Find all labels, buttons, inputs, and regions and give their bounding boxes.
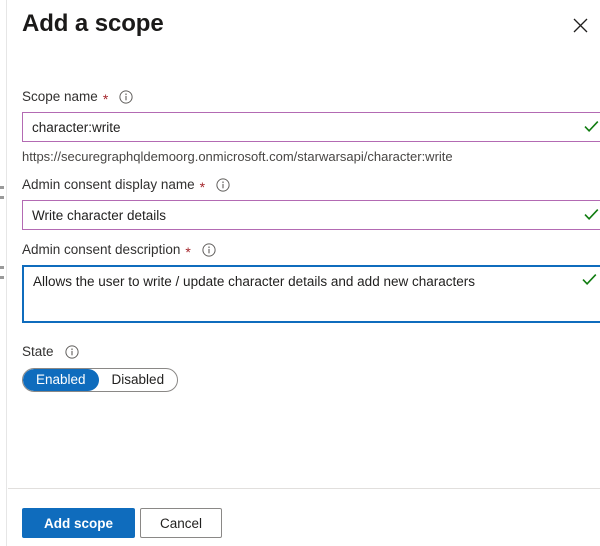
add-scope-button[interactable]: Add scope bbox=[22, 508, 135, 538]
state-toggle[interactable]: Enabled Disabled bbox=[22, 368, 179, 392]
scope-name-label: Scope name * bbox=[22, 88, 600, 106]
panel-edge-tick bbox=[0, 196, 4, 199]
panel-left-edge bbox=[0, 0, 7, 546]
close-icon[interactable] bbox=[565, 10, 595, 40]
admin-consent-description-label: Admin consent description * bbox=[22, 241, 600, 259]
page-title: Add a scope bbox=[22, 10, 164, 37]
scope-name-input[interactable] bbox=[22, 112, 600, 142]
scope-name-input-wrap bbox=[22, 112, 600, 142]
info-icon[interactable] bbox=[202, 243, 216, 257]
state-option-enabled[interactable]: Enabled bbox=[23, 369, 99, 391]
state-label: State bbox=[22, 343, 178, 361]
info-icon[interactable] bbox=[64, 345, 79, 359]
dialog-header: Add a scope bbox=[8, 0, 600, 58]
field-scope-name: Scope name * https://sec bbox=[22, 88, 600, 164]
required-asterisk: * bbox=[199, 179, 206, 195]
admin-consent-display-name-input-wrap bbox=[22, 200, 600, 230]
scope-name-helper-url: https://securegraphqldemoorg.onmicrosoft… bbox=[22, 149, 453, 164]
state-label-text: State bbox=[22, 344, 54, 359]
info-icon[interactable] bbox=[119, 90, 133, 104]
scope-name-label-text: Scope name bbox=[22, 89, 98, 104]
dialog-footer: Add scope Cancel bbox=[8, 489, 600, 546]
field-state: State Enabled Disabled bbox=[22, 343, 179, 392]
field-admin-consent-display-name: Admin consent display name * bbox=[22, 176, 600, 230]
panel-edge-tick bbox=[0, 186, 4, 189]
admin-consent-description-input-wrap: Allows the user to write / update charac… bbox=[22, 265, 600, 328]
panel-edge-tick bbox=[0, 276, 4, 279]
dialog-body: Scope name * https://sec bbox=[8, 58, 600, 488]
panel-edge-tick bbox=[0, 266, 4, 269]
required-asterisk: * bbox=[185, 244, 191, 260]
state-option-disabled[interactable]: Disabled bbox=[99, 369, 178, 391]
field-admin-consent-description: Admin consent description * Allows the u… bbox=[22, 241, 600, 328]
admin-consent-description-textarea[interactable]: Allows the user to write / update charac… bbox=[22, 265, 600, 323]
admin-consent-display-name-label-text: Admin consent display name bbox=[22, 177, 195, 192]
admin-consent-description-label-text: Admin consent description bbox=[22, 242, 181, 257]
add-scope-dialog: Add a scope Scope name * character:write… bbox=[8, 0, 600, 546]
info-icon[interactable] bbox=[216, 178, 230, 192]
required-asterisk: * bbox=[102, 91, 109, 107]
cancel-button[interactable]: Cancel bbox=[140, 508, 222, 538]
admin-consent-display-name-label: Admin consent display name * bbox=[22, 176, 600, 194]
admin-consent-display-name-input[interactable] bbox=[22, 200, 600, 230]
